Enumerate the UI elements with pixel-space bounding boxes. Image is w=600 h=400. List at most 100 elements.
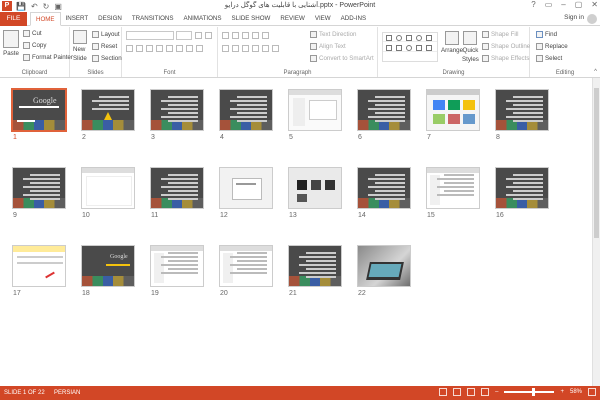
fit-slide-icon[interactable]: [588, 388, 596, 396]
shape-outline-button[interactable]: Shape Outline: [482, 43, 530, 50]
slide-thumbnail[interactable]: [357, 89, 411, 131]
italic-icon[interactable]: [136, 45, 143, 52]
decrease-indent-icon[interactable]: [242, 32, 249, 39]
numbering-icon[interactable]: [232, 32, 239, 39]
slide-sorter-view-icon[interactable]: [453, 388, 462, 396]
slide-thumbnail[interactable]: [288, 245, 342, 287]
ribbon-display-options-icon[interactable]: ▭: [545, 0, 553, 9]
font-size-box[interactable]: [176, 31, 192, 40]
tab-view[interactable]: VIEW: [310, 12, 336, 26]
zoom-in-button[interactable]: +: [560, 389, 564, 395]
text-direction-button[interactable]: Text Direction: [310, 31, 356, 38]
powerpoint-app-icon[interactable]: P: [2, 1, 12, 11]
align-left-icon[interactable]: [222, 45, 229, 52]
align-text-button[interactable]: Align Text: [310, 43, 346, 50]
bold-icon[interactable]: [126, 45, 133, 52]
slide-thumbnail[interactable]: [426, 167, 480, 209]
find-button[interactable]: Find: [536, 31, 557, 38]
shape-effects-button[interactable]: Shape Effects: [482, 55, 529, 62]
tab-file[interactable]: FILE: [0, 12, 27, 26]
arrange-button[interactable]: Arrange: [441, 31, 463, 54]
slide-thumbnail[interactable]: [219, 167, 273, 209]
copy-button[interactable]: Copy: [23, 42, 46, 49]
align-center-icon[interactable]: [232, 45, 239, 52]
triangle-shape-icon[interactable]: [386, 45, 392, 51]
shadow-icon[interactable]: [166, 45, 173, 52]
zoom-slider-knob[interactable]: [531, 388, 535, 396]
line-spacing-icon[interactable]: [262, 32, 269, 39]
cut-button[interactable]: Cut: [23, 30, 42, 37]
new-slide-button[interactable]: New Slide: [73, 30, 87, 62]
tab-review[interactable]: REVIEW: [275, 12, 309, 26]
slide-thumbnail[interactable]: Google: [81, 245, 135, 287]
sign-in-link[interactable]: Sign in: [564, 14, 584, 21]
zoom-level[interactable]: 58%: [570, 389, 582, 395]
bullets-icon[interactable]: [222, 32, 229, 39]
shrink-font-icon[interactable]: [205, 32, 212, 39]
slideshow-view-icon[interactable]: [481, 388, 490, 396]
close-button[interactable]: ✕: [591, 0, 598, 9]
slide-thumbnail[interactable]: [150, 167, 204, 209]
start-slideshow-icon[interactable]: ▣: [54, 2, 62, 11]
format-painter-button[interactable]: Format Painter: [23, 54, 73, 61]
char-spacing-icon[interactable]: [176, 45, 183, 52]
tab-slide-show[interactable]: SLIDE SHOW: [227, 12, 276, 26]
star-shape-icon[interactable]: [426, 45, 432, 51]
slide-thumbnail[interactable]: [150, 89, 204, 131]
minimize-button[interactable]: –: [561, 0, 565, 9]
scrollbar-thumb[interactable]: [594, 88, 599, 238]
tab-insert[interactable]: INSERT: [61, 12, 94, 26]
line-shape-icon[interactable]: [406, 35, 412, 41]
brace-shape-icon[interactable]: [416, 45, 422, 51]
slide-thumbnail[interactable]: [81, 89, 135, 131]
tab-add-ins[interactable]: ADD-INS: [336, 12, 371, 26]
slide-thumbnail[interactable]: [150, 245, 204, 287]
align-right-icon[interactable]: [242, 45, 249, 52]
rectangle-shape-icon[interactable]: [386, 35, 392, 41]
reading-view-icon[interactable]: [467, 388, 476, 396]
replace-button[interactable]: Replace: [536, 43, 568, 50]
redo-icon[interactable]: ↻: [43, 2, 50, 11]
rounded-rect-shape-icon[interactable]: [396, 45, 402, 51]
grow-font-icon[interactable]: [195, 32, 202, 39]
arrow-shape-icon[interactable]: [426, 35, 432, 41]
paste-button[interactable]: Paste: [3, 30, 19, 57]
language-indicator[interactable]: PERSIAN: [54, 390, 80, 396]
rtl-icon[interactable]: [272, 45, 279, 52]
font-color-icon[interactable]: [196, 45, 203, 52]
underline-icon[interactable]: [146, 45, 153, 52]
circle-shape-icon[interactable]: [416, 35, 422, 41]
select-button[interactable]: Select: [536, 55, 562, 62]
tab-design[interactable]: DESIGN: [93, 12, 127, 26]
save-icon[interactable]: 💾: [16, 2, 26, 11]
slide-thumbnail[interactable]: [288, 167, 342, 209]
undo-icon[interactable]: ↶: [31, 2, 38, 11]
ellipse-shape-icon[interactable]: [406, 45, 412, 51]
slide-thumbnail[interactable]: [12, 167, 66, 209]
increase-indent-icon[interactable]: [252, 32, 259, 39]
slide-thumbnail[interactable]: [357, 167, 411, 209]
strikethrough-icon[interactable]: [156, 45, 163, 52]
tab-home[interactable]: HOME: [30, 12, 61, 26]
section-button[interactable]: Section: [92, 55, 122, 62]
slide-thumbnail[interactable]: [219, 89, 273, 131]
shape-fill-button[interactable]: Shape Fill: [482, 31, 519, 38]
slide-thumbnail[interactable]: [495, 89, 549, 131]
slide-thumbnail[interactable]: Google: [11, 88, 67, 132]
columns-icon[interactable]: [262, 45, 269, 52]
quick-styles-button[interactable]: Quick Styles: [462, 31, 479, 63]
vertical-scrollbar[interactable]: [592, 78, 600, 386]
zoom-slider[interactable]: [504, 388, 555, 396]
reset-button[interactable]: Reset: [92, 43, 117, 50]
convert-smartart-button[interactable]: Convert to SmartArt: [310, 55, 374, 62]
slide-thumbnail[interactable]: [288, 89, 342, 131]
normal-view-icon[interactable]: [439, 388, 448, 396]
oval-shape-icon[interactable]: [396, 35, 402, 41]
tab-animations[interactable]: ANIMATIONS: [178, 12, 226, 26]
shapes-gallery[interactable]: [382, 32, 438, 62]
zoom-out-button[interactable]: –: [495, 389, 498, 395]
slide-thumbnail[interactable]: [219, 245, 273, 287]
change-case-icon[interactable]: [186, 45, 193, 52]
layout-button[interactable]: Layout: [92, 31, 120, 38]
slide-thumbnail[interactable]: [357, 245, 411, 287]
